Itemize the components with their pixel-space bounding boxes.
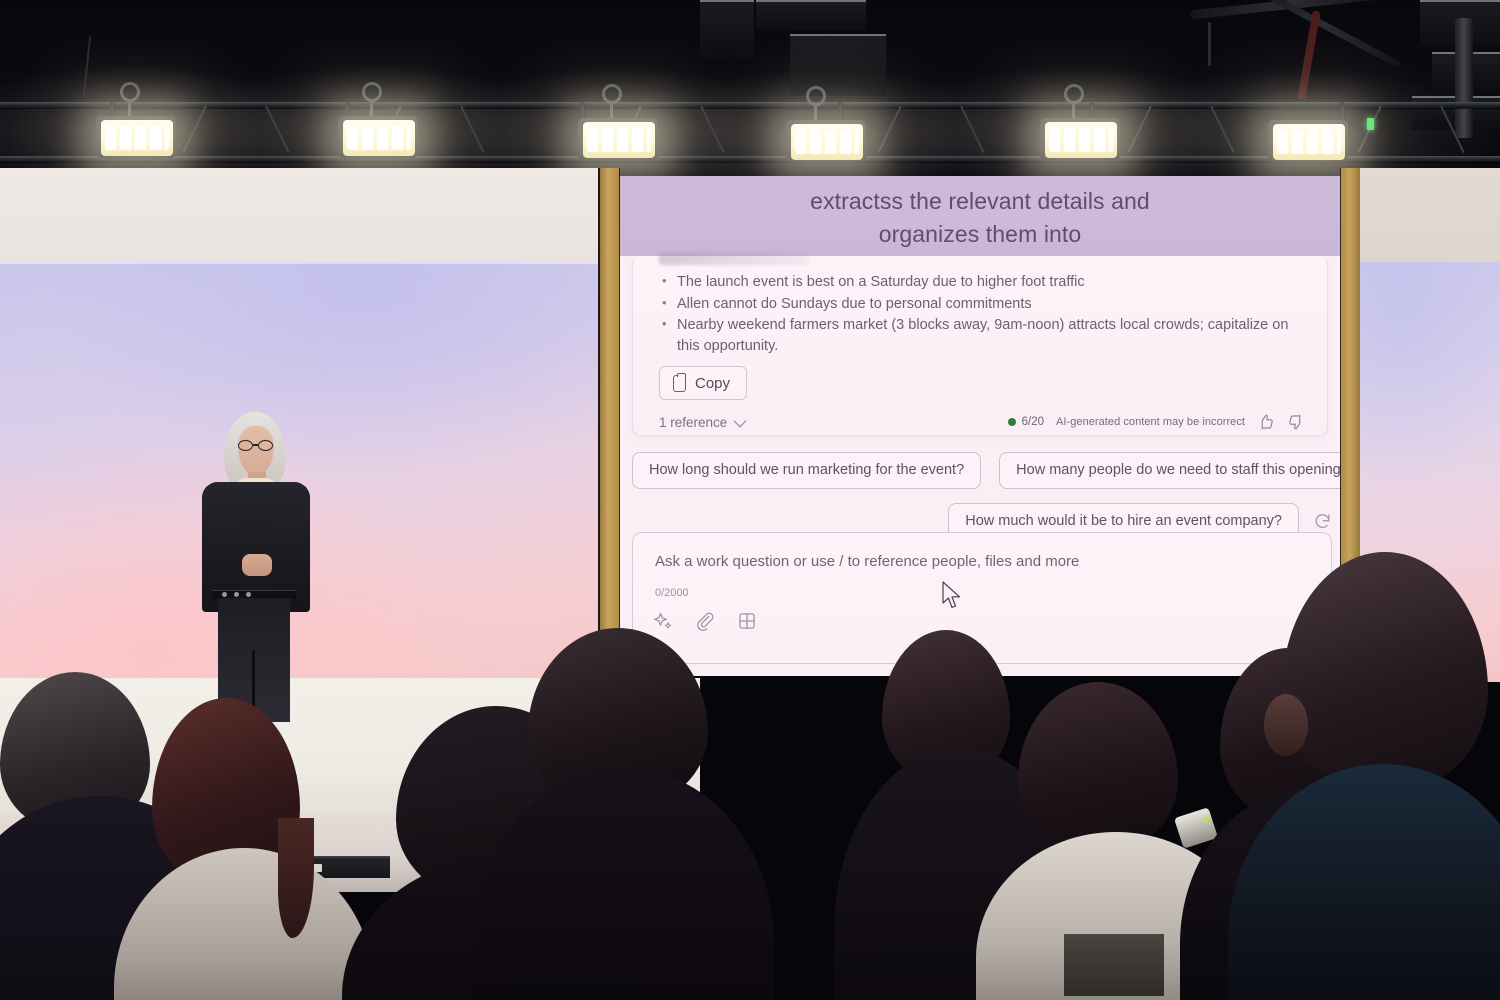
- copy-icon: [673, 372, 686, 392]
- list-item: Allen cannot do Sundays due to personal …: [659, 293, 1297, 315]
- copy-button-label: Copy: [695, 374, 731, 392]
- suggested-prompt-chip[interactable]: How long should we run marketing for the…: [632, 452, 982, 489]
- message-footer: 1 reference 6/20 AI-generated content ma…: [633, 408, 1327, 436]
- caption-line-1: extractss the relevant details and: [810, 188, 1150, 214]
- spotlight-lamp: [583, 122, 655, 158]
- usage-quota: 6/20: [1007, 416, 1045, 428]
- truss-brace: [1127, 105, 1152, 154]
- assistant-message-card: The launch event is best on a Saturday d…: [632, 252, 1328, 436]
- status-dot-icon: [1007, 418, 1016, 426]
- truss-brace: [1440, 105, 1465, 154]
- screen-bezel-left: [598, 168, 620, 688]
- ceiling-duct-panel: [790, 34, 886, 96]
- suggested-prompts-row-1: How long should we run marketing for the…: [632, 452, 1340, 489]
- audience-ear: [1264, 694, 1308, 756]
- truss-brace: [265, 105, 290, 154]
- audience-member: [1228, 552, 1500, 1000]
- audience-head: [1018, 682, 1178, 852]
- chat-conversation-area: The launch event is best on a Saturday d…: [620, 252, 1340, 676]
- occluded-text-line: [659, 252, 809, 265]
- stage-wall-upper-left: [0, 168, 600, 263]
- list-item: The launch event is best on a Saturday d…: [659, 271, 1297, 293]
- caption-line-2: organizes them into: [878, 221, 1082, 247]
- copy-button[interactable]: Copy: [659, 366, 748, 400]
- thumbs-up-icon[interactable]: [1257, 413, 1275, 431]
- grid-apps-icon[interactable]: [737, 611, 757, 631]
- caption-overlay: extractss the relevant details and organ…: [620, 176, 1340, 256]
- assistant-bullet-list: The launch event is best on a Saturday d…: [633, 256, 1327, 356]
- truss-brace: [1210, 105, 1235, 154]
- refresh-icon[interactable]: [1313, 512, 1332, 531]
- spotlight-lamp: [101, 120, 173, 156]
- quota-count: 6/20: [1021, 416, 1045, 428]
- arrow-cursor: [942, 581, 961, 609]
- device-indicator-led: [1203, 816, 1210, 824]
- ceiling-duct-panel: [700, 0, 754, 58]
- truss-brace: [700, 105, 725, 154]
- keynote-photo-scene: extractss the relevant details and organ…: [0, 0, 1500, 1000]
- spotlight-lamp: [343, 120, 415, 156]
- stage-wall-upper-right: [1360, 168, 1500, 263]
- audience-member: [474, 628, 774, 1000]
- audience-head: [1282, 552, 1488, 792]
- spotlight-yoke: [1064, 84, 1084, 104]
- hanging-cable: [1208, 22, 1211, 66]
- ceiling-duct-panel: [756, 0, 866, 30]
- spotlight-yoke: [362, 82, 382, 102]
- audience-shoulders: [474, 768, 774, 1000]
- ai-disclaimer: AI-generated content may be incorrect: [1056, 416, 1245, 428]
- truss-status-led: [1367, 118, 1374, 130]
- left-screen-top-edge: [0, 262, 598, 264]
- truss-brace: [877, 105, 902, 154]
- message-footer-right: 6/20 AI-generated content may be incorre…: [1007, 413, 1305, 431]
- audience-member: [114, 698, 374, 1000]
- truss-brace: [960, 105, 985, 154]
- truss-brace: [182, 105, 207, 154]
- belt-stud: [234, 592, 239, 597]
- suggested-prompt-chip[interactable]: How many people do we need to staff this…: [999, 452, 1340, 489]
- audience-shoulders: [114, 848, 374, 1000]
- audience-shoulders: [1228, 764, 1500, 1000]
- spotlight-lamp: [1045, 122, 1117, 158]
- thumbs-down-icon[interactable]: [1287, 413, 1305, 431]
- belt-stud: [246, 592, 251, 597]
- belt-stud: [222, 592, 227, 597]
- chevron-down-icon: [733, 414, 747, 427]
- center-projection-screen: extractss the relevant details and organ…: [620, 176, 1340, 676]
- spotlight-lamp: [1273, 124, 1345, 160]
- list-item: Nearby weekend farmers market (3 blocks …: [659, 314, 1297, 356]
- speaker-glasses: [238, 440, 274, 451]
- speaker-hands: [242, 554, 272, 576]
- shirt-graphic-print: [1064, 934, 1164, 996]
- spotlight-yoke: [120, 82, 140, 102]
- reference-toggle[interactable]: 1 reference: [659, 414, 747, 430]
- spotlight-yoke: [806, 86, 826, 106]
- truss-brace: [460, 105, 485, 154]
- truss-rail-top: [0, 102, 1500, 108]
- spotlight-yoke: [602, 84, 622, 104]
- reference-label: 1 reference: [659, 414, 728, 430]
- spotlight-lamp: [791, 124, 863, 160]
- character-counter: 0/2000: [655, 587, 689, 599]
